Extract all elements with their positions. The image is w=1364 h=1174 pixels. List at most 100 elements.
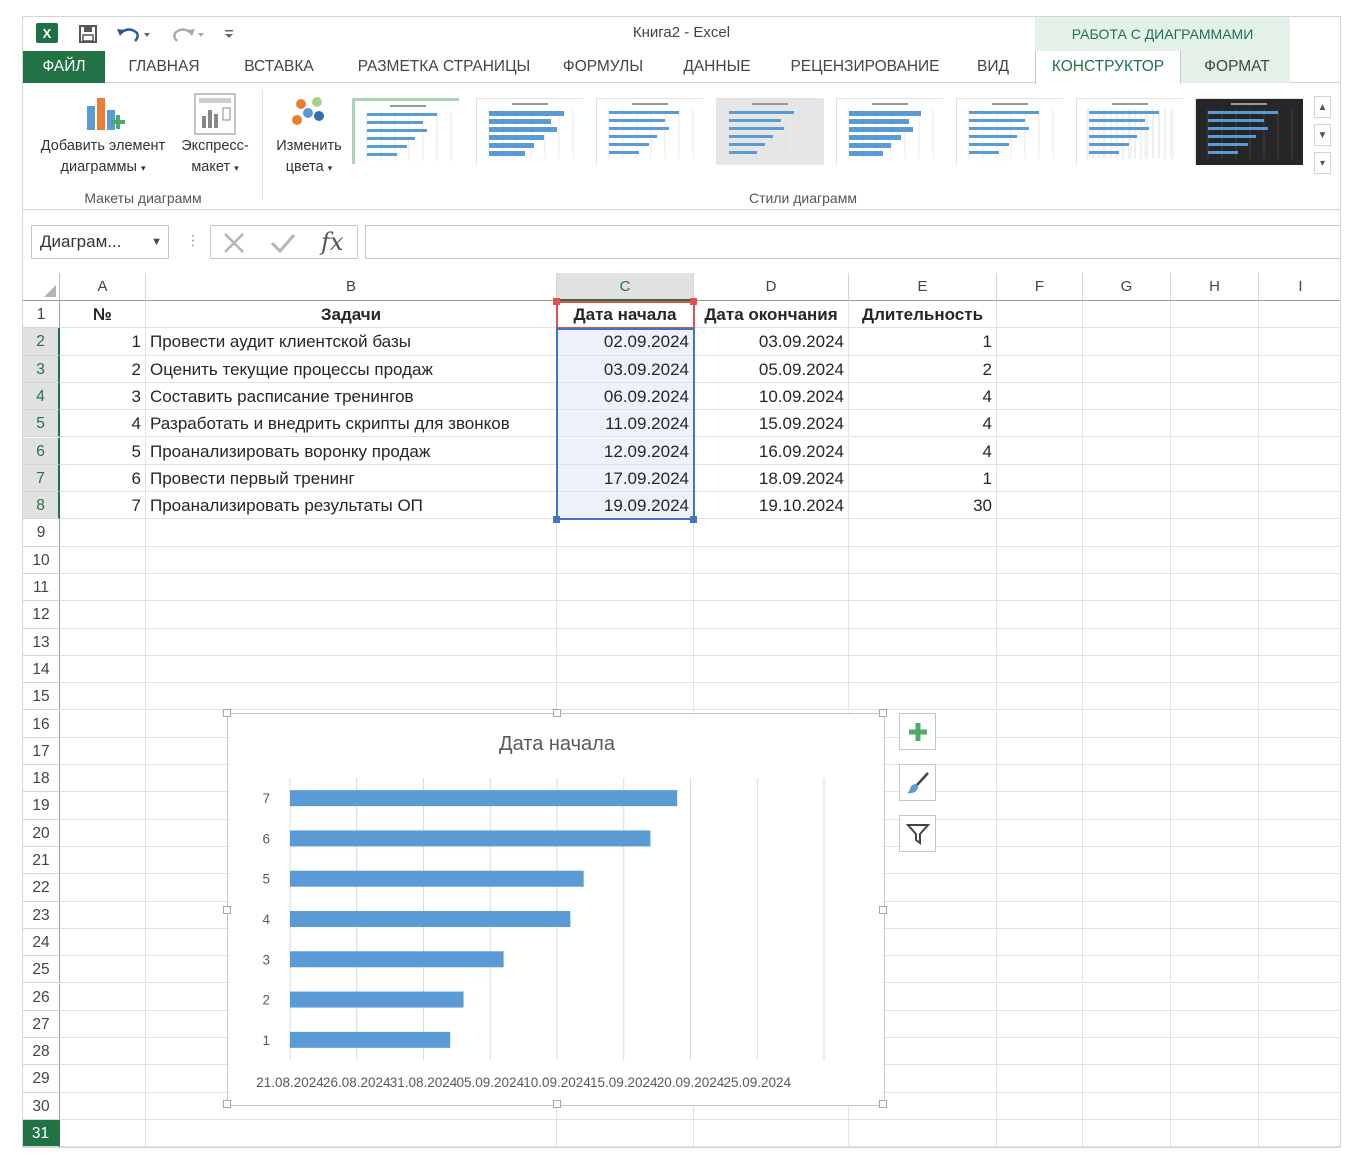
cell-A20[interactable] — [60, 819, 146, 847]
cell-A3[interactable]: 2 — [60, 355, 146, 383]
cell-G25[interactable] — [1083, 956, 1171, 984]
cell-C15[interactable] — [557, 683, 694, 711]
cell-B12[interactable] — [146, 601, 557, 629]
cell-H16[interactable] — [1171, 710, 1259, 738]
cell-F22[interactable] — [997, 874, 1083, 902]
column-header-I[interactable]: I — [1259, 273, 1340, 301]
cell-A15[interactable] — [60, 683, 146, 711]
cell-D3[interactable]: 05.09.2024 — [694, 355, 849, 383]
cell-F31[interactable] — [997, 1120, 1083, 1147]
tab-chart-design[interactable]: КОНСТРУКТОР — [1035, 51, 1181, 84]
cell-B2[interactable]: Провести аудит клиентской базы — [146, 328, 557, 356]
cell-D2[interactable]: 03.09.2024 — [694, 328, 849, 356]
confirm-entry-icon[interactable] — [269, 230, 297, 256]
cell-E9[interactable] — [849, 519, 997, 547]
cell-C5[interactable]: 11.09.2024 — [557, 410, 694, 438]
cell-H11[interactable] — [1171, 574, 1259, 602]
tab-file[interactable]: ФАЙЛ — [23, 51, 105, 83]
cell-C7[interactable]: 17.09.2024 — [557, 464, 694, 493]
name-box-dropdown-icon[interactable]: ▼ — [151, 226, 162, 258]
cell-A29[interactable] — [60, 1065, 146, 1093]
cell-B15[interactable] — [146, 683, 557, 711]
cell-I19[interactable] — [1259, 792, 1340, 820]
cell-H3[interactable] — [1171, 355, 1259, 383]
row-header-23[interactable]: 23 — [23, 901, 60, 929]
row-header-24[interactable]: 24 — [23, 928, 60, 957]
cell-H23[interactable] — [1171, 901, 1259, 929]
cell-F8[interactable] — [997, 492, 1083, 520]
cell-E8[interactable]: 30 — [849, 492, 997, 520]
cell-I27[interactable] — [1259, 1011, 1340, 1039]
row-header-2[interactable]: 2 — [23, 328, 60, 356]
cell-A18[interactable] — [60, 765, 146, 793]
cell-I21[interactable] — [1259, 847, 1340, 875]
cell-F28[interactable] — [997, 1038, 1083, 1066]
tab-insert[interactable]: ВСТАВКА — [229, 51, 329, 83]
cell-C3[interactable]: 03.09.2024 — [557, 355, 694, 383]
column-header-D[interactable]: D — [694, 273, 849, 301]
cell-C12[interactable] — [557, 601, 694, 629]
cancel-entry-icon[interactable] — [221, 230, 247, 256]
cell-E5[interactable]: 4 — [849, 410, 997, 438]
row-header-3[interactable]: 3 — [23, 355, 60, 383]
cell-A25[interactable] — [60, 956, 146, 984]
name-box[interactable]: Диаграм... ▼ — [31, 225, 169, 259]
chart-styles-button[interactable] — [899, 764, 936, 801]
cell-B8[interactable]: Проанализировать результаты ОП — [146, 492, 557, 520]
cell-I13[interactable] — [1259, 629, 1340, 656]
row-header-12[interactable]: 12 — [23, 601, 60, 629]
cell-A23[interactable] — [60, 901, 146, 929]
cell-D9[interactable] — [694, 519, 849, 547]
cell-I7[interactable] — [1259, 465, 1340, 493]
cell-G1[interactable] — [1083, 301, 1171, 329]
cell-H12[interactable] — [1171, 601, 1259, 629]
cell-A12[interactable] — [60, 601, 146, 629]
cell-E7[interactable]: 1 — [849, 464, 997, 493]
cell-B5[interactable]: Разработать и внедрить скрипты для звонк… — [146, 410, 557, 438]
cell-I8[interactable] — [1259, 492, 1340, 520]
cell-A2[interactable]: 1 — [60, 328, 146, 356]
row-header-15[interactable]: 15 — [23, 683, 60, 711]
cell-G5[interactable] — [1083, 410, 1171, 438]
cell-H22[interactable] — [1171, 874, 1259, 902]
cell-I30[interactable] — [1259, 1093, 1340, 1120]
cell-A5[interactable]: 4 — [60, 410, 146, 438]
cell-H10[interactable] — [1171, 546, 1259, 574]
gallery-scroll-up-icon[interactable]: ▲ — [1314, 96, 1331, 118]
gallery-more-icon[interactable]: ▾ — [1314, 152, 1331, 174]
cell-B3[interactable]: Оценить текущие процессы продаж — [146, 355, 557, 383]
save-icon[interactable] — [77, 23, 99, 45]
cell-B7[interactable]: Провести первый тренинг — [146, 464, 557, 493]
cell-A13[interactable] — [60, 628, 146, 656]
cell-G28[interactable] — [1083, 1038, 1171, 1066]
cell-D12[interactable] — [694, 601, 849, 629]
cell-C6[interactable]: 12.09.2024 — [557, 437, 694, 465]
cell-D1[interactable]: Дата окончания — [694, 301, 849, 329]
chart-resize-handle[interactable] — [553, 709, 561, 717]
chart-style-4[interactable] — [716, 98, 824, 165]
cell-G6[interactable] — [1083, 437, 1171, 465]
redo-icon[interactable] — [169, 23, 209, 45]
chart-style-3[interactable] — [596, 98, 704, 165]
cell-A22[interactable] — [60, 874, 146, 902]
cell-B4[interactable]: Составить расписание тренингов — [146, 382, 557, 411]
cell-B13[interactable] — [146, 628, 557, 656]
customize-qat-icon[interactable] — [221, 23, 237, 45]
row-header-9[interactable]: 9 — [23, 519, 60, 547]
cell-E10[interactable] — [849, 546, 997, 574]
cell-A11[interactable] — [60, 574, 146, 602]
cell-G22[interactable] — [1083, 874, 1171, 902]
tab-chart-format[interactable]: ФОРМАТ — [1189, 51, 1285, 83]
column-header-C[interactable]: C — [557, 273, 694, 301]
cell-B14[interactable] — [146, 655, 557, 684]
cell-A7[interactable]: 6 — [60, 464, 146, 493]
cell-F7[interactable] — [997, 464, 1083, 493]
cell-G27[interactable] — [1083, 1010, 1171, 1039]
cell-F23[interactable] — [997, 901, 1083, 929]
cell-F9[interactable] — [997, 519, 1083, 547]
cell-D10[interactable] — [694, 546, 849, 574]
row-header-30[interactable]: 30 — [23, 1092, 60, 1120]
cell-G30[interactable] — [1083, 1092, 1171, 1120]
cell-D31[interactable] — [694, 1120, 849, 1147]
cell-G26[interactable] — [1083, 983, 1171, 1011]
